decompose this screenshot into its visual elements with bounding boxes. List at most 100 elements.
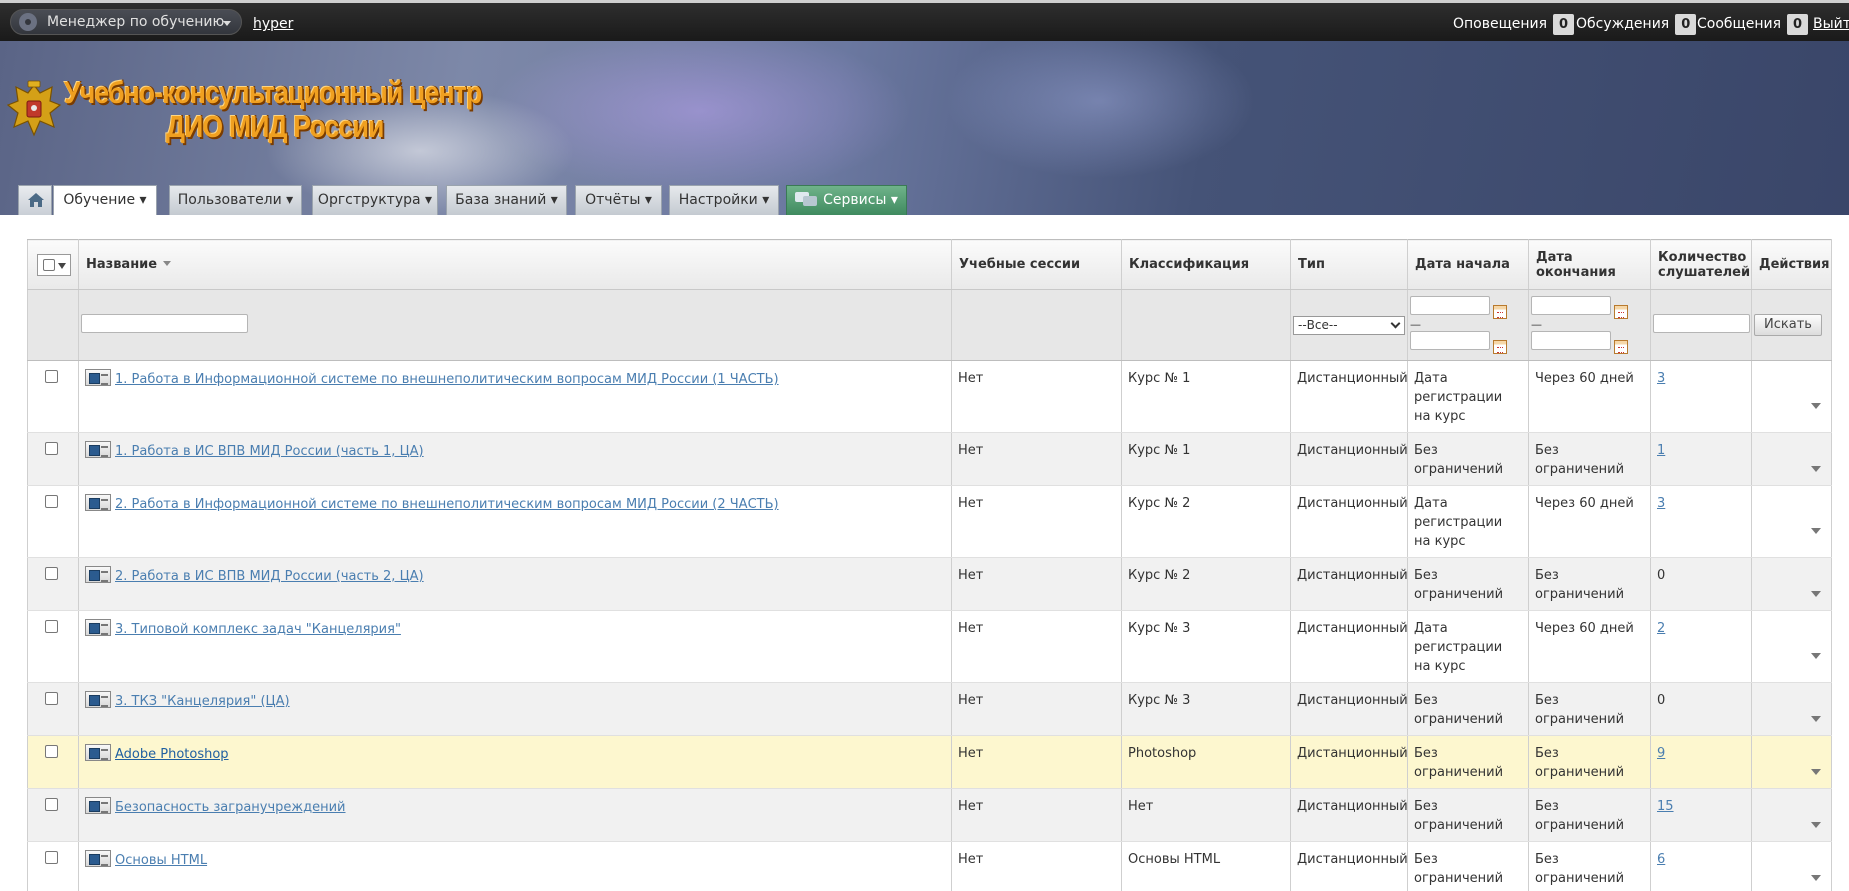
row-checkbox[interactable] (45, 620, 58, 633)
table-row: 3. ТКЗ "Канцелярия" (ЦА) Нет Курс № 3 Диста… (27, 682, 1832, 736)
listeners-cell: 0 (1650, 557, 1752, 611)
column-end-date[interactable]: Дата окончания (1528, 239, 1651, 290)
end-date-to-input[interactable] (1531, 331, 1611, 350)
end-date-cell: Без ограничений (1528, 432, 1651, 486)
row-checkbox[interactable] (45, 798, 58, 811)
course-title-link[interactable]: 1. Работа в ИС ВПВ МИД России (часть 1, … (115, 444, 424, 459)
notifications-label: Оповещения (1453, 16, 1548, 32)
listeners-link[interactable]: 2 (1657, 621, 1665, 636)
tab-orgstructure[interactable]: Оргструктура ▾ (312, 185, 438, 215)
course-icon (85, 797, 111, 814)
column-type[interactable]: Тип (1290, 239, 1408, 290)
tab-learning[interactable]: Обучение ▾ (53, 185, 157, 216)
listeners-filter-input[interactable] (1653, 313, 1750, 333)
type-filter-select[interactable]: --Все-- (1293, 315, 1405, 335)
actions-cell (1751, 485, 1832, 558)
listeners-link[interactable]: 1 (1657, 443, 1665, 458)
course-name-cell: 3. Типовой комплекс задач "Канцелярия" (78, 610, 952, 683)
column-name[interactable]: Название (78, 239, 952, 290)
calendar-icon[interactable] (1614, 340, 1628, 354)
filter-start-cell: — (1407, 289, 1529, 361)
start-date-from-input[interactable] (1410, 296, 1490, 315)
row-checkbox-cell (27, 788, 79, 842)
column-listeners[interactable]: Количество слушателей (1650, 239, 1752, 290)
end-date-cell: Через 60 дней (1528, 485, 1651, 558)
calendar-icon[interactable] (1614, 305, 1628, 319)
messages-link[interactable]: Сообщения 0 (1697, 13, 1809, 35)
username-link[interactable]: hyper (253, 16, 293, 32)
listeners-link[interactable]: 3 (1657, 496, 1665, 511)
listeners-link[interactable]: 9 (1657, 746, 1665, 761)
calendar-icon[interactable] (1493, 305, 1507, 319)
select-all-dropdown[interactable] (37, 253, 71, 276)
sessions-cell: Нет (951, 485, 1122, 558)
row-checkbox-cell (27, 682, 79, 736)
actions-dropdown-icon[interactable] (1811, 822, 1821, 828)
actions-dropdown-icon[interactable] (1811, 769, 1821, 775)
row-checkbox-cell (27, 485, 79, 558)
actions-dropdown-icon[interactable] (1811, 528, 1821, 534)
tab-reports[interactable]: Отчёты ▾ (575, 185, 662, 215)
listeners-link[interactable]: 15 (1657, 799, 1674, 814)
actions-dropdown-icon[interactable] (1811, 875, 1821, 881)
course-title-link[interactable]: Основы HTML (115, 853, 207, 868)
listeners-cell: 3 (1650, 485, 1752, 558)
row-checkbox[interactable] (45, 851, 58, 864)
course-title-link[interactable]: Безопасность загранучреждений (115, 800, 346, 815)
tab-users[interactable]: Пользователи ▾ (169, 185, 302, 215)
course-title-link[interactable]: 2. Работа в ИС ВПВ МИД России (часть 2, … (115, 569, 424, 584)
tab-settings[interactable]: Настройки ▾ (669, 185, 779, 215)
role-select[interactable]: Менеджер по обучению (10, 9, 242, 35)
end-date-filter: — (1531, 296, 1648, 354)
actions-dropdown-icon[interactable] (1811, 466, 1821, 472)
actions-dropdown-icon[interactable] (1811, 591, 1821, 597)
end-date-from-input[interactable] (1531, 296, 1611, 315)
row-checkbox[interactable] (45, 370, 58, 383)
calendar-icon[interactable] (1493, 340, 1507, 354)
row-checkbox[interactable] (45, 495, 58, 508)
course-title-link[interactable]: 3. ТКЗ "Канцелярия" (ЦА) (115, 694, 290, 709)
course-title-link[interactable]: 3. Типовой комплекс задач "Канцелярия" (115, 622, 401, 637)
listeners-link[interactable]: 6 (1657, 852, 1665, 867)
actions-dropdown-icon[interactable] (1811, 716, 1821, 722)
home-icon (28, 193, 44, 207)
row-checkbox[interactable] (45, 745, 58, 758)
course-icon (85, 619, 111, 636)
banner-title-line1: Учебно-консультационный центр (64, 75, 482, 110)
notifications-link[interactable]: Оповещения 0 (1453, 13, 1575, 35)
row-checkbox[interactable] (45, 692, 58, 705)
type-filter-value: --Все-- (1298, 317, 1338, 332)
tab-services[interactable]: Сервисы ▾ (786, 185, 907, 215)
course-title-link[interactable]: 2. Работа в Информационной системе по вн… (115, 497, 779, 512)
date-range-dash: — (1531, 318, 1542, 331)
row-checkbox[interactable] (45, 442, 58, 455)
actions-dropdown-icon[interactable] (1811, 653, 1821, 659)
home-button[interactable] (18, 185, 52, 215)
discussions-label: Обсуждения (1576, 16, 1670, 32)
actions-dropdown-icon[interactable] (1811, 403, 1821, 409)
row-checkbox[interactable] (45, 567, 58, 580)
course-title-link[interactable]: Adobe Photoshop (115, 747, 229, 762)
discussions-link[interactable]: Обсуждения 0 (1576, 13, 1697, 35)
end-date-cell: Через 60 дней (1528, 610, 1651, 683)
column-sessions[interactable]: Учебные сессии (951, 239, 1122, 290)
column-classification[interactable]: Классификация (1121, 239, 1291, 290)
tab-services-label: Сервисы ▾ (823, 192, 898, 208)
column-start-date[interactable]: Дата начала (1407, 239, 1529, 290)
name-filter-input[interactable] (81, 313, 248, 333)
search-button[interactable]: Искать (1754, 314, 1822, 336)
sessions-cell: Нет (951, 735, 1122, 789)
course-icon (85, 850, 111, 867)
select-all-checkbox[interactable] (43, 258, 55, 271)
row-checkbox-cell (27, 841, 79, 891)
discussions-badge: 0 (1675, 14, 1697, 35)
grid-filter-row: --Все-- — — Искать (27, 289, 1832, 361)
tab-knowledge-base[interactable]: База знаний ▾ (446, 185, 567, 215)
start-date-cell: Без ограничений (1407, 788, 1529, 842)
course-title-link[interactable]: 1. Работа в Информационной системе по вн… (115, 372, 779, 387)
logout-link[interactable]: Выйти (1813, 16, 1849, 32)
table-row: 1. Работа в Информационной системе по вн… (27, 360, 1832, 433)
listeners-link[interactable]: 3 (1657, 371, 1665, 386)
listeners-cell: 15 (1650, 788, 1752, 842)
start-date-to-input[interactable] (1410, 331, 1490, 350)
